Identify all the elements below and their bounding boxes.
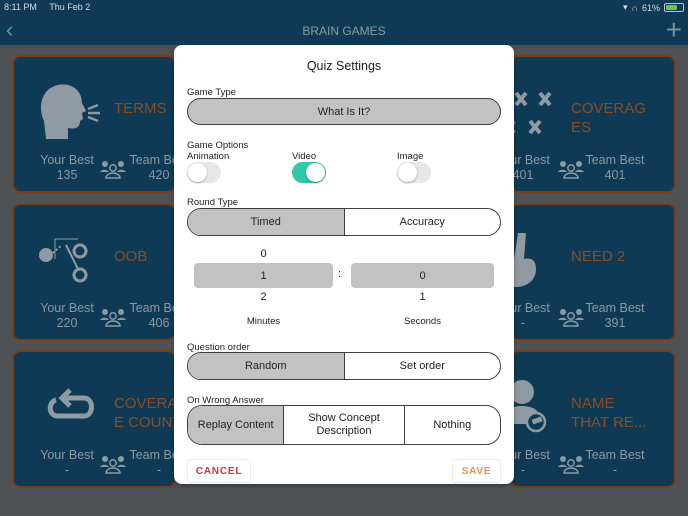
- cancel-button[interactable]: CANCEL: [187, 459, 251, 483]
- wrong-answer-nothing[interactable]: Nothing: [403, 406, 500, 444]
- your-best-value: -: [64, 463, 70, 477]
- card-title: NAME THAT RE...: [571, 395, 647, 431]
- your-best-label: Your Best: [40, 153, 94, 167]
- team-icon: [558, 454, 584, 479]
- minutes-label: Minutes: [246, 316, 281, 327]
- team-best-label: Team Best: [585, 448, 645, 462]
- battery-icon: [664, 3, 684, 12]
- wrong-answer-replay-content[interactable]: Replay Content: [188, 406, 284, 444]
- your-best: Your Best 220: [36, 301, 98, 331]
- status-time: 8:11 PM: [4, 2, 37, 12]
- plus-icon: +: [665, 14, 682, 45]
- game-options-label: Game Options: [187, 140, 249, 151]
- speaking-head-icon: [36, 81, 102, 143]
- quiz-settings-dialog: Quiz Settings Game Type What Is It? Game…: [174, 45, 514, 484]
- replay-arrow-icon: [36, 376, 102, 438]
- team-icon: [558, 159, 584, 184]
- team-best-value: -: [612, 463, 618, 477]
- image-toggle[interactable]: [397, 162, 431, 183]
- dialog-title: Quiz Settings: [306, 59, 382, 73]
- team-icon: [558, 307, 584, 332]
- time-separator: :: [338, 268, 342, 280]
- game-card-coverage-count[interactable]: COVERAGE COUNT Your Best - Team Best -: [12, 350, 189, 488]
- your-best-value: 220: [56, 316, 78, 330]
- your-best-label: Your Best: [40, 448, 94, 462]
- wifi-icon: ▾: [622, 2, 628, 12]
- animation-toggle[interactable]: [187, 162, 221, 183]
- status-bar-right: ▾ ∩ 61%: [623, 2, 684, 13]
- video-toggle[interactable]: [292, 162, 326, 183]
- your-best: Your Best 135: [36, 153, 98, 183]
- your-best: Your Best -: [36, 448, 98, 478]
- image-label: Image: [397, 151, 424, 162]
- minutes-next[interactable]: 2: [194, 291, 333, 303]
- game-card-terms[interactable]: TERMS Your Best 135 Team Best 420: [12, 55, 189, 193]
- team-best-value: 401: [604, 168, 626, 182]
- wrong-answer-segmented: Replay Content Show Concept Description …: [187, 405, 501, 445]
- seconds-label: Seconds: [404, 316, 441, 327]
- video-label: Video: [292, 151, 317, 162]
- question-order-set-order[interactable]: Set order: [343, 353, 501, 379]
- team-best: Team Best 391: [584, 301, 646, 331]
- card-title: COVERAGES: [571, 100, 647, 136]
- your-best-label: Your Best: [40, 301, 94, 315]
- round-type-label: Round Type: [187, 197, 239, 208]
- game-card-oob[interactable]: OOB Your Best 220 Team Best 406: [12, 203, 189, 341]
- battery-percent: 61%: [641, 2, 660, 13]
- round-type-segmented: Timed Accuracy: [187, 208, 501, 236]
- game-type-label: Game Type: [187, 87, 236, 98]
- status-bar-left: 8:11 PM Thu Feb 2: [4, 2, 100, 12]
- headphones-icon: ∩: [631, 2, 638, 13]
- team-icon: [100, 307, 126, 332]
- team-icon: [100, 454, 126, 479]
- page-title: BRAIN GAMES: [302, 24, 386, 38]
- team-best-label: Team Best: [585, 153, 645, 167]
- seconds-picker[interactable]: 0: [351, 263, 494, 288]
- team-best-value: 391: [604, 316, 626, 330]
- card-title: NEED 2: [571, 248, 626, 265]
- game-card-need-2[interactable]: NEED 2 Your Best - Team Best 391: [496, 203, 676, 341]
- round-type-accuracy[interactable]: Accuracy: [343, 209, 501, 235]
- team-best-label: Team Best: [585, 301, 645, 315]
- team-best: Team Best 401: [584, 153, 646, 183]
- round-type-timed[interactable]: Timed: [188, 209, 344, 235]
- game-type-selector[interactable]: What Is It?: [187, 98, 501, 125]
- game-card-name-that-re[interactable]: NAME THAT RE... Your Best - Team Best -: [496, 350, 676, 488]
- save-button[interactable]: SAVE: [452, 459, 501, 483]
- seconds-next[interactable]: 1: [351, 291, 494, 303]
- game-card-coverages[interactable]: COVERAGES Your Best 401 Team Best 401: [496, 55, 676, 193]
- minutes-prev[interactable]: 0: [194, 248, 333, 260]
- team-icon: [100, 159, 126, 184]
- add-button[interactable]: +: [666, 16, 682, 44]
- status-date: Thu Feb 2: [49, 2, 91, 12]
- your-best-value: 135: [56, 168, 78, 182]
- play-diagram-icon: [36, 229, 102, 291]
- minutes-picker[interactable]: 1: [194, 263, 333, 288]
- animation-label: Animation: [187, 151, 230, 162]
- question-order-random[interactable]: Random: [188, 353, 344, 379]
- team-best: Team Best -: [584, 448, 646, 478]
- question-order-segmented: Random Set order: [187, 352, 501, 380]
- top-bar: 8:11 PM Thu Feb 2 ▾ ∩ 61% ‹ BRAIN GAMES …: [0, 0, 688, 45]
- wrong-answer-show-concept[interactable]: Show Concept Description: [283, 406, 403, 444]
